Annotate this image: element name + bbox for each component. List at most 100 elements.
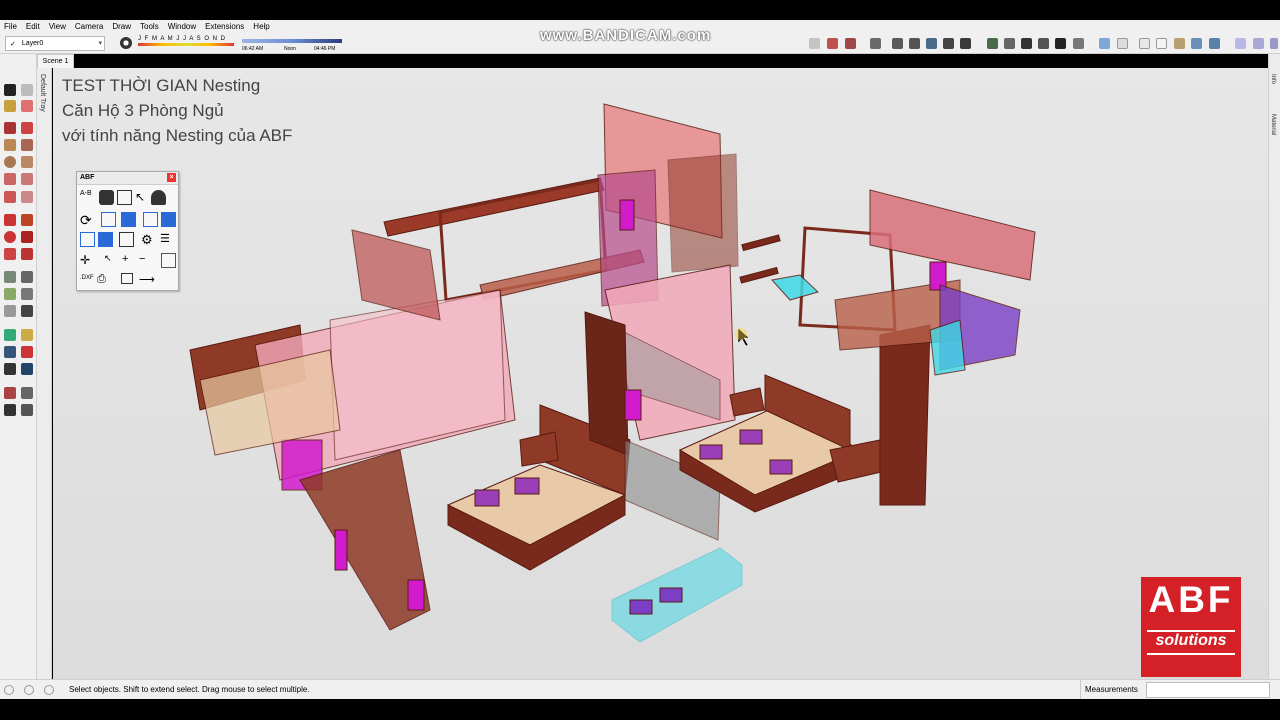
style-textured-icon[interactable] (1174, 38, 1185, 49)
ab-label-button[interactable]: A-B (80, 190, 98, 205)
walk-icon[interactable] (4, 404, 16, 416)
menu-window[interactable]: Window (168, 22, 196, 31)
cursor-icon[interactable]: ↖ (135, 190, 150, 205)
geo-location-icon[interactable] (4, 685, 14, 695)
align-right-icon[interactable] (161, 212, 176, 227)
style-wireframe-icon[interactable] (1117, 38, 1128, 49)
zoom-prev-icon[interactable] (21, 363, 33, 375)
list-icon[interactable]: ☰ (160, 232, 175, 247)
tape-measure-icon[interactable] (4, 271, 16, 283)
menu-draw[interactable]: Draw (112, 22, 131, 31)
close-icon[interactable]: × (167, 173, 176, 182)
gear-icon[interactable]: ⚙ (141, 232, 156, 247)
zoom-window-icon[interactable] (21, 346, 33, 358)
tab-info[interactable]: Info (1270, 74, 1276, 84)
view-icon[interactable] (909, 38, 920, 49)
menu-edit[interactable]: Edit (26, 22, 40, 31)
default-tray-tab[interactable]: Default Tray (37, 68, 52, 679)
user-icon[interactable] (44, 685, 54, 695)
section-icon[interactable] (1235, 38, 1246, 49)
rotate-icon[interactable] (4, 231, 16, 243)
measurements-input[interactable] (1146, 682, 1270, 698)
style-hidden-line-icon[interactable] (1139, 38, 1150, 49)
align-icon[interactable] (143, 212, 158, 227)
position-camera-icon[interactable] (4, 387, 16, 399)
tool-icon[interactable] (827, 38, 838, 49)
menu-help[interactable]: Help (253, 22, 269, 31)
pointer-icon[interactable]: ↖ (104, 253, 119, 268)
menu-view[interactable]: View (49, 22, 66, 31)
headphone-icon[interactable] (151, 190, 166, 205)
model-viewport[interactable]: TEST THỜI GIAN Nesting Căn Hộ 3 Phòng Ng… (53, 68, 1268, 679)
paint-bucket-icon[interactable] (4, 100, 16, 112)
menu-tools[interactable]: Tools (140, 22, 159, 31)
arc-icon[interactable] (4, 173, 16, 185)
section-plane-icon[interactable] (21, 404, 33, 416)
crosshair-icon[interactable]: ✛ (80, 253, 95, 268)
style-monochrome-icon[interactable] (1191, 38, 1202, 49)
refresh-icon[interactable]: ⟳ (80, 212, 95, 228)
section-icon[interactable] (1253, 38, 1264, 49)
style-icon[interactable] (1209, 38, 1220, 49)
camera-icon[interactable] (1038, 38, 1049, 49)
text-icon[interactable] (21, 288, 33, 300)
axes-icon[interactable] (4, 305, 16, 317)
table-icon[interactable] (117, 190, 132, 205)
printer-icon[interactable]: ⎙ (97, 273, 112, 288)
polygon-icon[interactable] (21, 156, 33, 168)
camera-icon[interactable] (987, 38, 998, 49)
orbit-icon[interactable] (4, 329, 16, 341)
time-slider[interactable] (242, 39, 342, 43)
minus-icon[interactable]: − (139, 253, 154, 268)
style-shaded-icon[interactable] (1156, 38, 1167, 49)
line-tool-icon[interactable]: ⟶ (139, 273, 155, 288)
3d-text-icon[interactable] (21, 305, 33, 317)
pie-icon[interactable] (21, 173, 33, 185)
dimension-icon[interactable] (21, 271, 33, 283)
tool-icon[interactable] (809, 38, 820, 49)
camera-icon[interactable] (1004, 38, 1015, 49)
window-icon[interactable] (161, 253, 176, 268)
layer-dropdown[interactable]: ✓ Layer0 ▾ (5, 36, 105, 51)
add-icon[interactable]: + (122, 253, 137, 268)
circle-icon[interactable] (4, 156, 16, 168)
shadow-toggle-icon[interactable] (120, 37, 132, 49)
home-icon[interactable] (1021, 38, 1032, 49)
zoom-extents-icon[interactable] (4, 363, 16, 375)
dxf-label[interactable]: .DXF (80, 275, 98, 290)
date-slider[interactable] (138, 43, 234, 46)
freehand-icon[interactable] (21, 122, 33, 134)
view-icon[interactable] (926, 38, 937, 49)
export-icon[interactable] (121, 273, 133, 284)
push-pull-icon[interactable] (21, 214, 33, 226)
follow-me-icon[interactable] (21, 231, 33, 243)
offset-icon[interactable] (21, 248, 33, 260)
rectangle-icon[interactable] (4, 139, 16, 151)
view-icon[interactable] (892, 38, 903, 49)
eraser-icon[interactable] (21, 100, 33, 112)
move-icon[interactable] (4, 214, 16, 226)
menu-extensions[interactable]: Extensions (205, 22, 244, 31)
arc-3pt-icon[interactable] (4, 191, 16, 203)
columns-icon[interactable] (119, 232, 134, 247)
tool-icon[interactable] (845, 38, 856, 49)
tool-icon[interactable] (870, 38, 881, 49)
view-icon[interactable] (943, 38, 954, 49)
tab-scene-1[interactable]: Scene 1 (37, 54, 74, 68)
line-icon[interactable] (4, 122, 16, 134)
menu-file[interactable]: File (4, 22, 17, 31)
panel-icon[interactable] (80, 232, 95, 247)
credits-icon[interactable] (24, 685, 34, 695)
house-icon[interactable] (1055, 38, 1066, 49)
tag-icon[interactable] (99, 190, 114, 205)
arc-2pt-icon[interactable] (21, 191, 33, 203)
menu-camera[interactable]: Camera (75, 22, 103, 31)
pan-icon[interactable] (21, 329, 33, 341)
component-icon[interactable] (21, 84, 33, 96)
scale-icon[interactable] (4, 248, 16, 260)
select-icon[interactable] (4, 84, 16, 96)
protractor-icon[interactable] (4, 288, 16, 300)
door-icon[interactable] (101, 212, 116, 227)
camera-icon[interactable] (1073, 38, 1084, 49)
style-xray-icon[interactable] (1099, 38, 1110, 49)
